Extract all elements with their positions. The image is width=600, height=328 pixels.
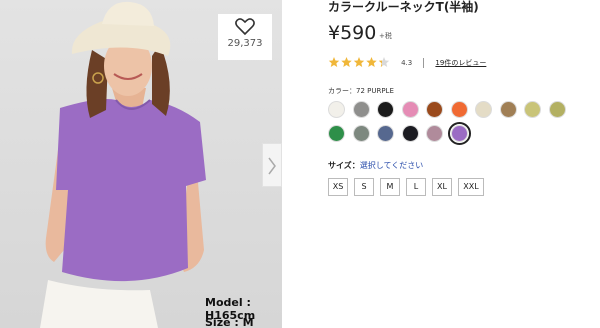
color-swatch[interactable] bbox=[352, 101, 370, 118]
favorite-button[interactable]: 29,373 bbox=[218, 14, 272, 60]
color-swatch[interactable] bbox=[352, 125, 370, 142]
review-link[interactable]: 19件のレビュー bbox=[435, 58, 486, 68]
color-swatch[interactable] bbox=[475, 101, 492, 118]
rating-value: 4.3 bbox=[401, 58, 413, 67]
size-option-m[interactable]: M bbox=[380, 178, 400, 196]
next-image-button[interactable] bbox=[262, 143, 282, 187]
rating: 4.3 19件のレビュー bbox=[328, 52, 486, 68]
size-label-row: サイズ：選択してください bbox=[328, 160, 423, 171]
product-title: カラークルーネックT(半袖) bbox=[328, 0, 479, 14]
star-icon bbox=[328, 57, 340, 67]
color-swatch[interactable] bbox=[401, 125, 419, 142]
chevron-right-icon bbox=[268, 157, 276, 175]
color-swatch[interactable] bbox=[499, 101, 517, 118]
size-option-l[interactable]: L bbox=[406, 178, 426, 196]
model-size: Size : M bbox=[205, 316, 254, 328]
product-price: ¥590 bbox=[328, 22, 377, 44]
size-prompt[interactable]: 選択してください bbox=[360, 161, 424, 170]
color-swatch[interactable] bbox=[447, 122, 471, 145]
rating-stars bbox=[328, 57, 390, 67]
color-swatch[interactable] bbox=[328, 125, 345, 142]
size-option-xxl[interactable]: XXL bbox=[458, 178, 484, 196]
rating-divider bbox=[423, 57, 425, 68]
size-option-xs[interactable]: XS bbox=[328, 178, 348, 196]
heart-icon bbox=[235, 18, 255, 36]
tax-note: +税 bbox=[379, 32, 392, 40]
size-label: サイズ： bbox=[328, 161, 360, 170]
color-swatch[interactable] bbox=[377, 125, 394, 142]
color-swatch[interactable] bbox=[426, 125, 443, 142]
star-icon bbox=[378, 57, 390, 67]
color-swatch[interactable] bbox=[401, 101, 419, 118]
color-swatch[interactable] bbox=[450, 101, 468, 118]
color-swatch[interactable] bbox=[377, 101, 394, 118]
star-icon bbox=[353, 57, 365, 67]
color-swatch[interactable] bbox=[426, 101, 443, 118]
star-icon bbox=[366, 57, 377, 67]
size-option-s[interactable]: S bbox=[354, 178, 374, 196]
color-swatch[interactable] bbox=[328, 101, 345, 118]
star-icon bbox=[341, 57, 352, 67]
favorite-count: 29,373 bbox=[227, 38, 263, 49]
color-swatch[interactable] bbox=[524, 101, 541, 118]
product-photo: 29,373 Model : H165cm Size : M bbox=[0, 0, 282, 328]
size-option-xl[interactable]: XL bbox=[432, 178, 452, 196]
color-swatch[interactable] bbox=[548, 101, 566, 118]
color-label: カラー：72 PURPLE bbox=[328, 87, 394, 95]
